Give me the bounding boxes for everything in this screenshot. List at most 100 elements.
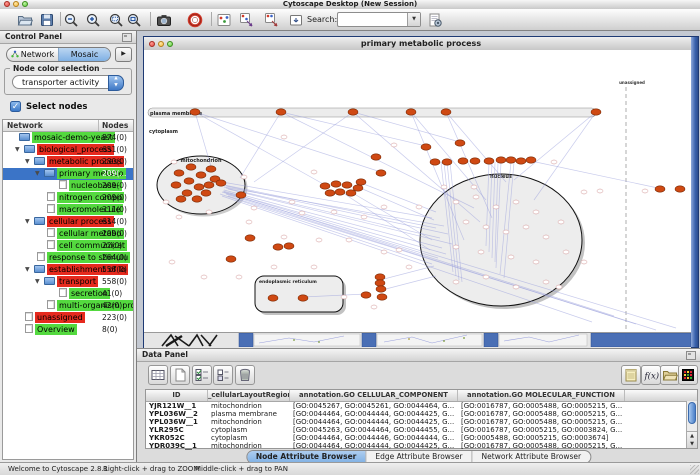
function-builder-button[interactable]: f(x) bbox=[641, 365, 661, 385]
scroll-up-icon[interactable]: ▲ bbox=[687, 432, 697, 440]
expand-triangle-icon[interactable]: ▼ bbox=[35, 276, 44, 288]
zoom-selected-button[interactable] bbox=[107, 11, 125, 28]
expand-triangle-icon[interactable]: ▼ bbox=[15, 144, 24, 156]
unselect-attributes-button[interactable] bbox=[213, 365, 233, 385]
tree-row[interactable]: cellular metabo209(0) bbox=[3, 228, 133, 240]
tree-row[interactable]: multi-organism pro42(0) bbox=[3, 300, 133, 312]
tree-row[interactable]: Overview8(0) bbox=[3, 324, 133, 336]
tree-row[interactable]: secretion41(0) bbox=[3, 288, 133, 300]
tree-row[interactable]: nucleobase-209(0) bbox=[3, 180, 133, 192]
snapshot-button[interactable] bbox=[155, 11, 173, 28]
expand-triangle-icon[interactable]: ▼ bbox=[35, 168, 44, 180]
tree-row[interactable]: response to stimulu264(0) bbox=[3, 252, 133, 264]
background-windows-thumbnails bbox=[144, 333, 691, 347]
vizmapper-icon bbox=[288, 12, 304, 28]
status-bar: Welcome to Cytoscape 2.8.1 Right-click +… bbox=[0, 462, 700, 475]
resize-grip[interactable] bbox=[690, 465, 699, 474]
window-scrollbar[interactable] bbox=[691, 37, 698, 347]
table-row[interactable]: YPL036W__1mitochondrion[GO:0044464, GO:0… bbox=[146, 418, 697, 426]
create-attribute-button[interactable] bbox=[170, 365, 190, 385]
tree-row[interactable]: ▼cellular process614(0) bbox=[3, 216, 133, 228]
attribute-table-button[interactable] bbox=[148, 365, 168, 385]
search-combobox[interactable]: ▼ bbox=[337, 12, 421, 27]
window-controls[interactable] bbox=[4, 1, 28, 7]
vizmapper-button[interactable] bbox=[287, 11, 305, 28]
zoom-window-button[interactable] bbox=[22, 1, 28, 7]
annotation-tool-a-button[interactable] bbox=[238, 11, 256, 28]
tree-row[interactable]: ▼transport558(0) bbox=[3, 276, 133, 288]
help-button[interactable] bbox=[186, 11, 204, 28]
folder-icon bbox=[34, 265, 45, 273]
plasma-membrane-region[interactable] bbox=[148, 108, 596, 117]
toolbar-separator bbox=[150, 12, 151, 26]
tab-network[interactable]: Network bbox=[7, 48, 58, 61]
network-view-window[interactable]: primary metabolic process plasma membran… bbox=[143, 36, 699, 348]
tab-overflow-arrow-icon[interactable]: ▶ bbox=[115, 47, 132, 62]
expand-triangle-icon[interactable]: ▼ bbox=[25, 216, 34, 228]
zoom-in-button[interactable] bbox=[84, 11, 102, 28]
open-folder-icon bbox=[17, 12, 33, 28]
select-nodes-checkbox[interactable]: ✓ bbox=[10, 101, 21, 112]
tree-row[interactable]: unassigned223(0) bbox=[3, 312, 133, 324]
search-dropdown-arrow-icon[interactable]: ▼ bbox=[407, 13, 420, 26]
open-session-button[interactable] bbox=[16, 11, 34, 28]
expand-triangle-icon[interactable]: ▼ bbox=[25, 156, 34, 168]
expand-triangle-icon[interactable]: ▼ bbox=[25, 264, 34, 276]
attribute-table-header[interactable]: ID _cellularLayoutRegion annotation.GO C… bbox=[146, 390, 697, 402]
select-attributes-button[interactable] bbox=[192, 365, 212, 385]
tree-row[interactable]: ▼metabolic process280(0) bbox=[3, 156, 133, 168]
float-panel-icon[interactable] bbox=[122, 33, 132, 42]
import-annotation-button[interactable] bbox=[215, 11, 233, 28]
tree-row-selected[interactable]: ▼primary metabo209(... bbox=[3, 168, 133, 180]
network-window-titlebar[interactable]: primary metabolic process bbox=[144, 37, 698, 51]
tree-column-nodes: Nodes bbox=[102, 121, 128, 130]
tree-row[interactable]: macromolecule311(0) bbox=[3, 204, 133, 216]
minimized-window-strip[interactable] bbox=[144, 332, 691, 348]
mitochondrion-label: mitochondrion bbox=[180, 158, 221, 164]
search-input[interactable] bbox=[339, 14, 407, 23]
table-row[interactable]: YJR121W__1mitochondrion[GO:0045267, GO:0… bbox=[146, 402, 697, 410]
tree-row[interactable]: ▼biological_process651(0) bbox=[3, 144, 133, 156]
annotation-tool-b-button[interactable] bbox=[263, 11, 281, 28]
attribute-editor-button[interactable] bbox=[621, 365, 641, 385]
file-icon bbox=[59, 180, 67, 189]
scrollbar-thumb[interactable] bbox=[688, 402, 696, 424]
save-session-button[interactable] bbox=[38, 11, 56, 28]
column-header-id[interactable]: ID bbox=[146, 390, 208, 401]
toolbar-separator bbox=[60, 12, 61, 26]
tree-row[interactable]: nitrogen compo209(0) bbox=[3, 192, 133, 204]
tree-row[interactable]: cell communicat22(0) bbox=[3, 240, 133, 252]
scrollbar-arrows[interactable]: ▲▼ bbox=[687, 431, 697, 448]
toolbar-separator bbox=[211, 12, 212, 26]
control-panel-header: Control Panel bbox=[0, 31, 136, 44]
import-attributes-button[interactable] bbox=[660, 365, 680, 385]
checkbox-list-icon bbox=[215, 367, 231, 383]
table-row[interactable]: YKR052Ccytoplasm[GO:0044464, GO:0044446,… bbox=[146, 434, 697, 442]
attribute-heatmap-button[interactable] bbox=[678, 365, 698, 385]
column-header-region[interactable]: _cellularLayoutRegion bbox=[208, 390, 290, 401]
select-nodes-label: Select nodes bbox=[26, 102, 87, 112]
main-toolbar: Search: ▼ bbox=[0, 9, 700, 31]
network-window-controls[interactable] bbox=[149, 41, 173, 47]
tree-row[interactable]: mosaic-demo-yeast874(0) bbox=[3, 132, 133, 144]
table-row[interactable]: YPL036W__2plasma membrane[GO:0044464, GO… bbox=[146, 410, 697, 418]
close-view-button[interactable] bbox=[149, 41, 155, 47]
close-window-button[interactable] bbox=[4, 1, 10, 7]
delete-attribute-button[interactable] bbox=[235, 365, 255, 385]
zoom-out-button[interactable] bbox=[62, 11, 80, 28]
network-canvas[interactable]: plasma membrane cytoplasm mitochondrion … bbox=[144, 50, 691, 332]
zoom-view-button[interactable] bbox=[167, 41, 173, 47]
minimize-window-button[interactable] bbox=[13, 1, 19, 7]
zoom-fit-button[interactable] bbox=[125, 11, 143, 28]
column-header-cellular-component[interactable]: annotation.GO CELLULAR_COMPONENT bbox=[290, 390, 458, 401]
minimize-view-button[interactable] bbox=[158, 41, 164, 47]
tab-mosaic[interactable]: Mosaic bbox=[58, 48, 110, 61]
node-color-dropdown[interactable]: transporter activity ▲▼ bbox=[12, 75, 124, 89]
scroll-down-icon[interactable]: ▼ bbox=[687, 440, 697, 448]
float-panel-icon[interactable] bbox=[686, 351, 696, 360]
configure-search-button[interactable] bbox=[426, 11, 444, 28]
column-header-molecular-function[interactable]: annotation.GO MOLECULAR_FUNCTION bbox=[458, 390, 625, 401]
table-row[interactable]: YLR295Ccytoplasm[GO:0045263, GO:0044464,… bbox=[146, 426, 697, 434]
table-scrollbar[interactable]: ▲▼ bbox=[686, 401, 697, 448]
tree-row[interactable]: ▼establishment of lo558(0) bbox=[3, 264, 133, 276]
